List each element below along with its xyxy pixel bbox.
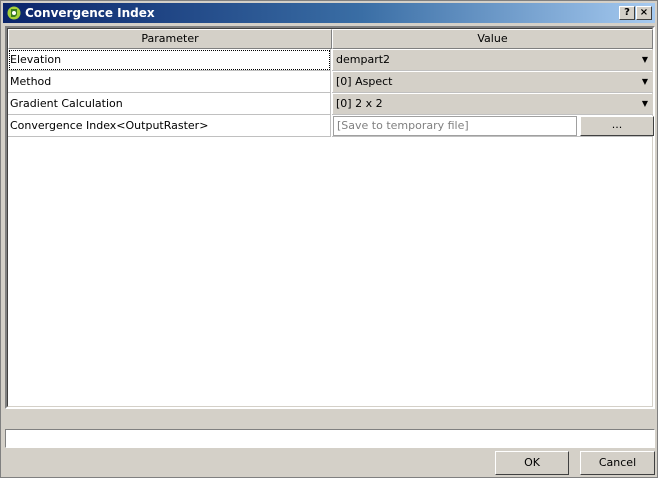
qgis-logo-icon: [7, 6, 21, 20]
table-row: Elevation dempart2 ▼: [8, 49, 653, 71]
title-bar[interactable]: Convergence Index ? ×: [3, 3, 655, 23]
param-label-gradient-calculation[interactable]: Gradient Calculation: [8, 93, 331, 115]
elevation-value: dempart2: [336, 53, 391, 66]
table-row: Method [0] Aspect ▼: [8, 71, 653, 93]
chevron-down-icon[interactable]: ▼: [639, 97, 651, 111]
method-combo[interactable]: [0] Aspect ▼: [333, 72, 653, 92]
cancel-button[interactable]: Cancel: [580, 451, 655, 475]
param-label-method[interactable]: Method: [8, 71, 331, 93]
browse-button[interactable]: ...: [580, 116, 654, 136]
dialog-window: Convergence Index ? × Parameter Value El…: [0, 0, 658, 478]
chevron-down-icon[interactable]: ▼: [639, 53, 651, 67]
param-label-output-raster[interactable]: Convergence Index<OutputRaster>: [8, 115, 331, 137]
parameters-table: Parameter Value Elevation dempart2 ▼ Met…: [5, 26, 655, 409]
gradient-calculation-combo[interactable]: [0] 2 x 2 ▼: [333, 94, 653, 114]
elevation-combo[interactable]: dempart2 ▼: [333, 50, 653, 70]
ok-button[interactable]: OK: [495, 451, 569, 475]
column-header-value[interactable]: Value: [332, 29, 653, 49]
table-row: Convergence Index<OutputRaster> [Save to…: [8, 115, 654, 137]
chevron-down-icon[interactable]: ▼: [639, 75, 651, 89]
table-row: Gradient Calculation [0] 2 x 2 ▼: [8, 93, 653, 115]
help-button[interactable]: ?: [619, 6, 635, 20]
progress-bar: [5, 429, 655, 448]
method-value: [0] Aspect: [336, 75, 393, 88]
gradient-calculation-value: [0] 2 x 2: [336, 97, 383, 110]
output-file-input[interactable]: [Save to temporary file]: [333, 116, 577, 136]
param-label-elevation[interactable]: Elevation: [8, 49, 331, 71]
window-title: Convergence Index: [25, 6, 155, 20]
close-button[interactable]: ×: [636, 6, 652, 20]
column-header-parameter[interactable]: Parameter: [8, 29, 332, 49]
